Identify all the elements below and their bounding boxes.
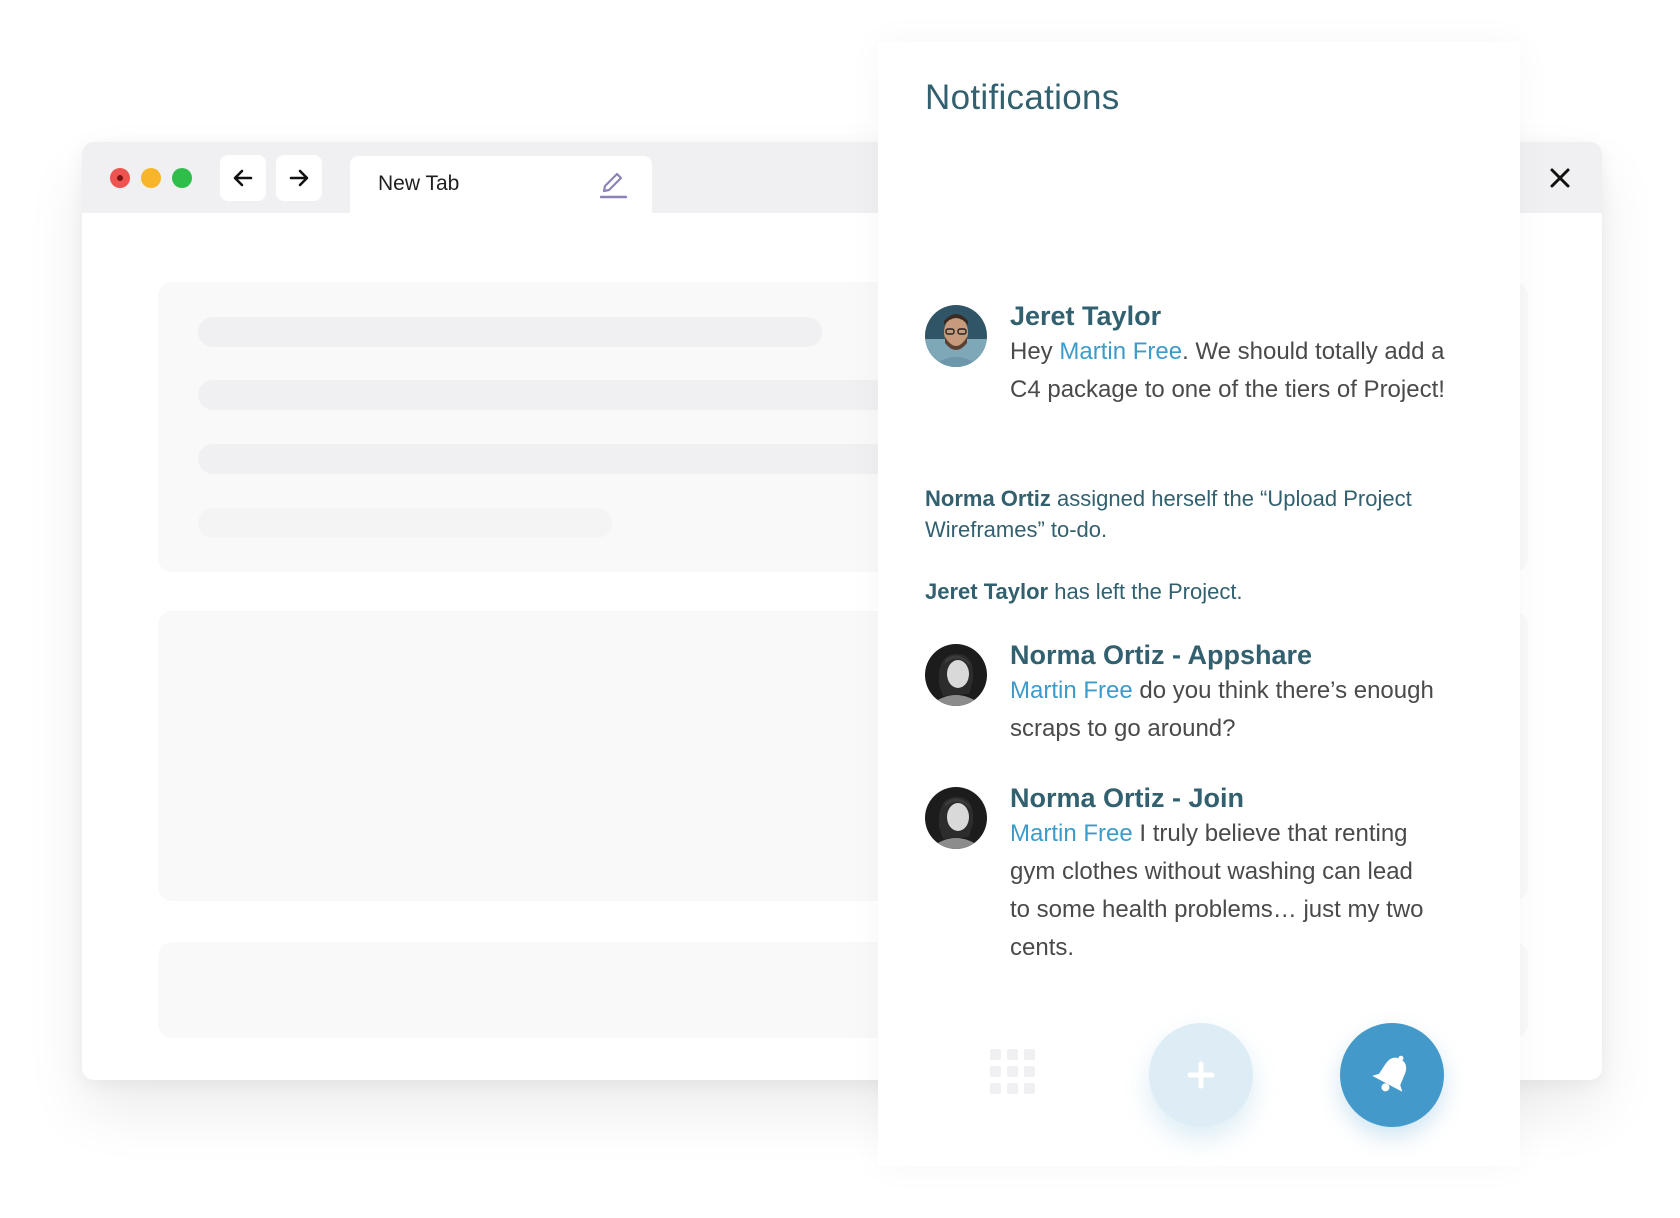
message-text: C4 package to one of the tiers of Projec…: [1010, 376, 1445, 403]
panel-title: Notifications: [925, 78, 1120, 117]
pencil-icon[interactable]: [596, 167, 630, 201]
notifications-panel: Notifications Jeret Taylor Hey Martin Fr…: [878, 42, 1520, 1166]
skeleton-line: [198, 508, 612, 538]
avatar-photo: [925, 305, 987, 367]
mention-link[interactable]: Martin Free: [1010, 677, 1133, 704]
message-text: gym clothes without washing can lead: [1010, 858, 1413, 885]
skeleton-line: [198, 317, 822, 347]
avatar[interactable]: [925, 644, 987, 706]
activity-text: has left the Project.: [1048, 579, 1243, 604]
notification-message: Martin Free I truly believe that renting…: [1010, 815, 1480, 967]
grid-icon[interactable]: [990, 1049, 1036, 1095]
avatar[interactable]: [925, 787, 987, 849]
message-prefix: Hey: [1010, 338, 1060, 365]
plus-icon: [1187, 1061, 1215, 1089]
tab-title: New Tab: [378, 172, 460, 195]
notification-author: Norma Ortiz - Appshare: [1010, 640, 1313, 670]
browser-tab[interactable]: New Tab: [350, 156, 652, 213]
notification-message: Hey Martin Free. We should totally add a…: [1010, 333, 1480, 409]
activity-text: assigned herself the “Upload Project: [1050, 486, 1412, 511]
activity-actor[interactable]: Jeret Taylor: [925, 579, 1048, 604]
message-text: . We should totally add a: [1182, 338, 1445, 365]
message-text: to some health problems… just my two: [1010, 896, 1424, 923]
activity-actor[interactable]: Norma Ortiz: [925, 486, 1051, 511]
avatar-photo: [925, 644, 987, 706]
activity-item: Norma Ortiz assigned herself the “Upload…: [925, 483, 1465, 545]
notification-author: Jeret Taylor: [1010, 301, 1162, 331]
message-text: I truly believe that renting: [1132, 820, 1408, 847]
message-text: cents.: [1010, 934, 1075, 961]
window-maximize-dot[interactable]: [172, 168, 192, 188]
notifications-bell-button[interactable]: [1340, 1023, 1444, 1127]
arrow-right-icon: [289, 169, 309, 187]
avatar-photo: [925, 787, 987, 849]
message-text: scraps to go around?: [1010, 715, 1236, 742]
activity-text: Wireframes” to-do.: [925, 517, 1108, 542]
mention-link[interactable]: Martin Free: [1059, 338, 1182, 365]
message-text: do you think there’s enough: [1132, 677, 1434, 704]
close-icon[interactable]: [1546, 164, 1574, 192]
window-close-dot[interactable]: [110, 168, 130, 188]
notification-author: Norma Ortiz - Join: [1010, 783, 1245, 813]
add-button[interactable]: [1149, 1023, 1253, 1127]
activity-item: Jeret Taylor has left the Project.: [925, 576, 1465, 607]
arrow-left-icon: [233, 169, 253, 187]
back-button[interactable]: [220, 155, 266, 201]
forward-button[interactable]: [276, 155, 322, 201]
notification-message: Martin Free do you think there’s enough …: [1010, 672, 1480, 748]
mention-link[interactable]: Martin Free: [1010, 820, 1133, 847]
bell-icon: [1372, 1055, 1407, 1092]
avatar[interactable]: [925, 305, 987, 367]
window-minimize-dot[interactable]: [141, 168, 161, 188]
